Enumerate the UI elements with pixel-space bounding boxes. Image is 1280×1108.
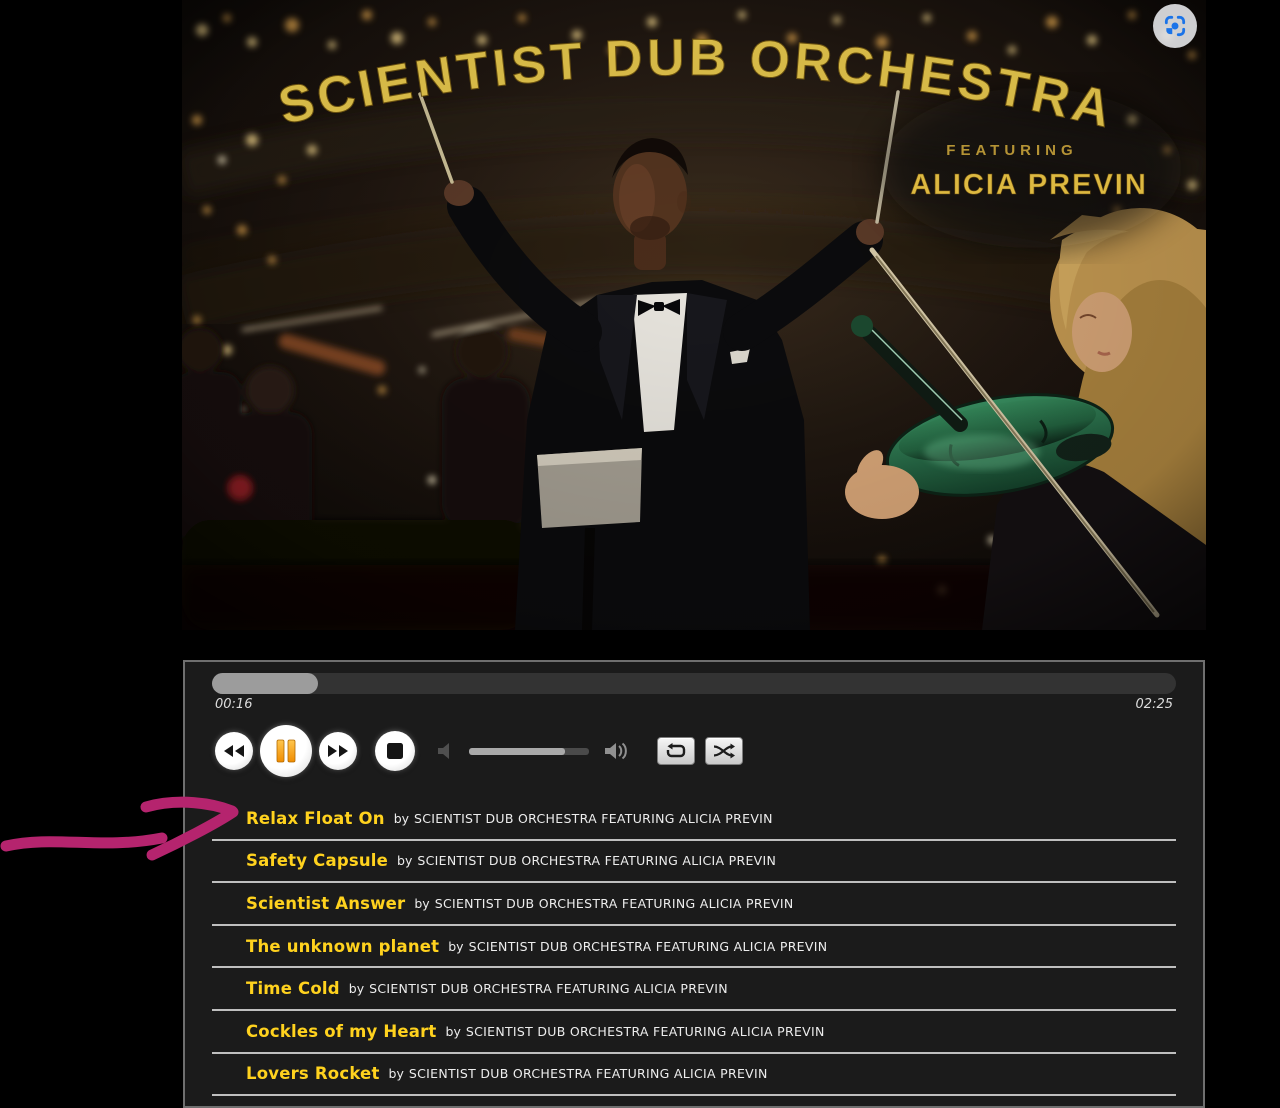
transport-controls <box>185 722 1203 780</box>
track-artist: SCIENTIST DUB ORCHESTRA FEATURING ALICIA… <box>434 895 794 911</box>
by-label: by <box>397 853 413 869</box>
track-title-link[interactable]: Scientist Answer <box>246 894 405 913</box>
double-right-triangles-icon <box>328 745 348 757</box>
fast-forward-button[interactable] <box>319 732 357 770</box>
track-artist: SCIENTIST DUB ORCHESTRA FEATURING ALICIA… <box>369 981 728 997</box>
featuring-artist-text: ALICIA PREVIN <box>910 169 1148 201</box>
track-title-link[interactable]: Time Cold <box>246 979 340 998</box>
playlist: Relax Float On by SCIENTIST DUB ORCHESTRA … <box>212 798 1176 1097</box>
album-art-image: SCIENTIST DUB ORCHESTRA FEATURING ALICIA… <box>182 0 1206 630</box>
track-title-link[interactable]: Relax Float On <box>246 809 385 828</box>
track-artist: SCIENTIST DUB ORCHESTRA FEATURING ALICIA… <box>408 1066 768 1082</box>
loop-button[interactable] <box>657 737 695 765</box>
track-artist: SCIENTIST DUB ORCHESTRA FEATURING ALICIA… <box>465 1023 825 1039</box>
rewind-button[interactable] <box>215 732 253 770</box>
by-label: by <box>393 810 410 826</box>
google-lens-icon <box>1164 15 1186 37</box>
volume-min-mute-button[interactable] <box>437 742 457 760</box>
pause-bars-icon <box>276 739 296 763</box>
track-artist: SCIENTIST DUB ORCHESTRA FEATURING ALICIA… <box>414 810 773 826</box>
featuring-label-text: FEATURING <box>946 142 1077 159</box>
playlist-item[interactable]: Cockles of my Heart by SCIENTIST DUB ORCHE… <box>212 1011 1176 1054</box>
volume-max-button[interactable] <box>605 741 631 761</box>
track-title-link[interactable]: Safety Capsule <box>246 851 388 870</box>
repeat-loop-icon <box>666 743 686 758</box>
seek-bar[interactable] <box>212 673 1176 694</box>
audio-player-panel: 00:16 02:25 Relax Float On by SCIENTIST … <box>183 660 1205 1108</box>
by-label: by <box>414 895 430 911</box>
speaker-icon <box>438 743 449 759</box>
by-label: by <box>388 1066 404 1082</box>
playlist-item[interactable]: The unknown planet by SCIENTIST DUB ORCHES… <box>212 926 1176 969</box>
seek-bar-fill <box>212 673 319 694</box>
track-title-link[interactable]: Lovers Rocket <box>246 1064 380 1083</box>
double-left-triangles-icon <box>224 745 244 757</box>
shuffle-button[interactable] <box>705 737 743 765</box>
playlist-item[interactable]: Lovers Rocket by SCIENTIST DUB ORCHESTRA F… <box>212 1054 1176 1097</box>
playlist-item[interactable]: Safety Capsule by SCIENTIST DUB ORCHESTRA … <box>212 841 1176 884</box>
volume-slider[interactable] <box>469 747 589 755</box>
pause-button[interactable] <box>260 725 312 777</box>
volume-slider-fill <box>469 747 565 755</box>
by-label: by <box>348 981 365 997</box>
elapsed-time: 00:16 <box>215 697 253 712</box>
track-title-link[interactable]: Cockles of my Heart <box>246 1022 437 1041</box>
shuffle-arrows-icon <box>713 743 735 759</box>
google-lens-button[interactable] <box>1153 4 1197 48</box>
track-artist: SCIENTIST DUB ORCHESTRA FEATURING ALICIA… <box>468 938 828 954</box>
page: SCIENTIST DUB ORCHESTRA FEATURING ALICIA… <box>0 0 1280 1108</box>
by-label: by <box>445 1023 461 1039</box>
track-artist: SCIENTIST DUB ORCHESTRA FEATURING ALICIA… <box>417 853 777 869</box>
track-title-link[interactable]: The unknown planet <box>246 937 439 956</box>
time-row: 00:16 02:25 <box>215 697 1173 712</box>
speaker-waves-icon <box>605 742 627 760</box>
stop-square-icon <box>387 743 403 759</box>
playlist-item[interactable]: Time Cold by SCIENTIST DUB ORCHESTRA FEATU… <box>212 968 1176 1011</box>
duration-time: 02:25 <box>1135 697 1173 712</box>
playlist-item[interactable]: Scientist Answer by SCIENTIST DUB ORCHESTR… <box>212 883 1176 926</box>
stop-button[interactable] <box>375 731 415 771</box>
playlist-item[interactable]: Relax Float On by SCIENTIST DUB ORCHESTRA … <box>212 798 1176 841</box>
by-label: by <box>448 938 464 954</box>
